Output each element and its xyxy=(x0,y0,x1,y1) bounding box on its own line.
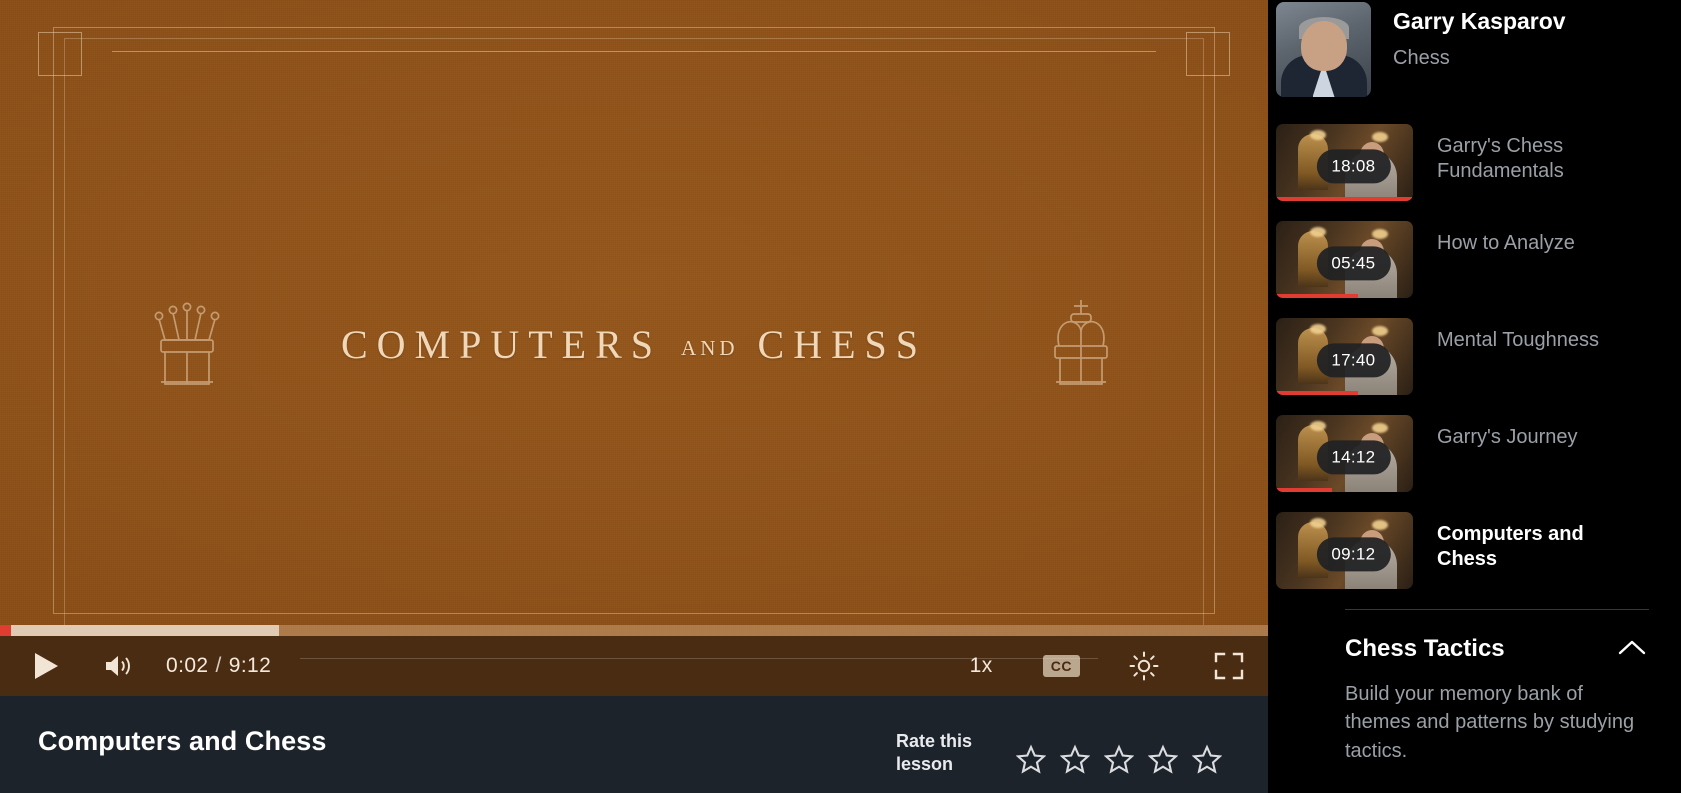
settings-button[interactable] xyxy=(1128,650,1160,682)
lesson-title: Garry's Chess Fundamentals xyxy=(1437,135,1564,183)
player-controls-bar: 0:02/9:12 1x CC xyxy=(0,636,1268,696)
instructor-name: Garry Kasparov xyxy=(1393,8,1566,34)
lesson-duration-badge: 05:45 xyxy=(1316,245,1391,280)
queen-piece-icon xyxy=(141,296,233,393)
thumb-lamp xyxy=(1310,324,1326,334)
section-description: Build your memory bank of themes and pat… xyxy=(1345,683,1635,762)
lesson-thumbnail: 14:12 xyxy=(1276,415,1413,492)
gear-icon xyxy=(1129,651,1159,681)
star-icon-4[interactable] xyxy=(1148,744,1178,774)
current-time: 0:02 xyxy=(166,654,209,677)
scrubber-played xyxy=(0,625,12,636)
lesson-title: Mental Toughness xyxy=(1437,329,1599,351)
thumb-lamp xyxy=(1310,518,1326,528)
thumb-lamp xyxy=(1372,423,1388,433)
chevron-up-icon xyxy=(1618,640,1646,654)
play-button[interactable] xyxy=(26,646,66,686)
lesson-thumbnail: 17:40 xyxy=(1276,318,1413,395)
lesson-duration-badge: 17:40 xyxy=(1316,342,1391,377)
frame-corner-top-right xyxy=(1186,32,1230,76)
section-collapse-button[interactable] xyxy=(1615,632,1649,666)
star-icon-1[interactable] xyxy=(1016,744,1046,774)
thumb-lamp xyxy=(1372,326,1388,336)
star-icon-5[interactable] xyxy=(1192,744,1222,774)
thumb-lamp xyxy=(1372,229,1388,239)
lesson-thumbnail: 05:45 xyxy=(1276,221,1413,298)
lesson-progress-bar xyxy=(1276,488,1333,492)
lesson-item-garrys-chess-fundamentals[interactable]: 18:08 Garry's Chess Fundamentals xyxy=(1276,124,1649,201)
video-title: Computers and Chess xyxy=(38,726,327,756)
lesson-sidebar: Garry Kasparov Chess 18:08 Garry's Chess… xyxy=(1268,0,1681,793)
scrubber-buffered xyxy=(0,625,279,636)
lesson-item-garrys-journey[interactable]: 14:12 Garry's Journey xyxy=(1276,415,1649,492)
lesson-title: Computers and Chess xyxy=(1437,523,1584,571)
lesson-title: Garry's Journey xyxy=(1437,426,1578,448)
time-separator: / xyxy=(215,654,222,677)
lesson-progress-bar xyxy=(1276,294,1359,298)
lesson-thumbnail: 18:08 xyxy=(1276,124,1413,201)
lesson-item-mental-toughness[interactable]: 17:40 Mental Toughness xyxy=(1276,318,1649,395)
lesson-thumbnail: 09:12 xyxy=(1276,512,1413,589)
thumb-lamp xyxy=(1310,227,1326,237)
rating-label: Rate this lesson xyxy=(896,731,973,775)
fullscreen-icon xyxy=(1214,652,1244,680)
section-title: Chess Tactics xyxy=(1345,635,1505,662)
star-icon-3[interactable] xyxy=(1104,744,1134,774)
volume-button[interactable] xyxy=(100,648,136,684)
thumb-lamp xyxy=(1372,520,1388,530)
lesson-progress-bar xyxy=(1276,391,1359,395)
volume-icon xyxy=(106,656,130,676)
instructor-card[interactable]: Garry Kasparov Chess xyxy=(1276,0,1649,97)
time-readout: 0:02 / 9:12 xyxy=(166,654,271,678)
player-column: COMPUTERS AND CHESS 0:02 / 9:12 1x CC Co… xyxy=(0,0,1268,793)
lesson-title: How to Analyze xyxy=(1437,232,1575,254)
rating-block: Rate this lesson xyxy=(896,726,1222,776)
lesson-list: 18:08 Garry's Chess Fundamentals 05:45 H… xyxy=(1276,124,1649,589)
thumb-lamp xyxy=(1372,132,1388,142)
rating-stars[interactable] xyxy=(1016,730,1222,774)
video-scrubber[interactable] xyxy=(0,625,1268,636)
avatar-face xyxy=(1300,21,1347,71)
lesson-item-how-to-analyze[interactable]: 05:45 How to Analyze xyxy=(1276,221,1649,298)
instructor-info: Garry Kasparov Chess xyxy=(1393,2,1566,70)
lesson-duration-badge: 18:08 xyxy=(1316,148,1391,183)
video-meta-bar: Computers and Chess Rate this lesson xyxy=(0,696,1268,793)
section-header: Chess Tactics xyxy=(1345,632,1649,666)
lesson-progress-bar xyxy=(1276,197,1413,201)
fullscreen-button[interactable] xyxy=(1212,649,1246,683)
instructor-avatar xyxy=(1276,2,1371,97)
thumb-lamp xyxy=(1310,130,1326,140)
title-card-text: COMPUTERS AND CHESS xyxy=(340,322,928,367)
lesson-item-computers-and-chess[interactable]: 09:12 Computers and Chess xyxy=(1276,512,1649,589)
play-icon xyxy=(35,653,58,679)
video-stage[interactable]: COMPUTERS AND CHESS xyxy=(0,0,1268,636)
king-piece-icon xyxy=(1035,296,1127,393)
chess-tactics-section: Chess Tactics Build your memory bank of … xyxy=(1276,610,1649,765)
duration-time: 9:12 xyxy=(228,654,272,677)
thumb-lamp xyxy=(1310,421,1326,431)
controls-divider xyxy=(300,658,1098,659)
lesson-duration-badge: 09:12 xyxy=(1316,536,1391,571)
star-icon-2[interactable] xyxy=(1060,744,1090,774)
frame-corner-top-left xyxy=(38,32,82,76)
title-card: COMPUTERS AND CHESS xyxy=(0,296,1268,393)
frame-rule-top xyxy=(112,51,1156,52)
video-lesson-page: COMPUTERS AND CHESS 0:02 / 9:12 1x CC Co… xyxy=(0,0,1681,793)
lesson-duration-badge: 14:12 xyxy=(1316,439,1391,474)
instructor-subject: Chess xyxy=(1393,47,1450,69)
